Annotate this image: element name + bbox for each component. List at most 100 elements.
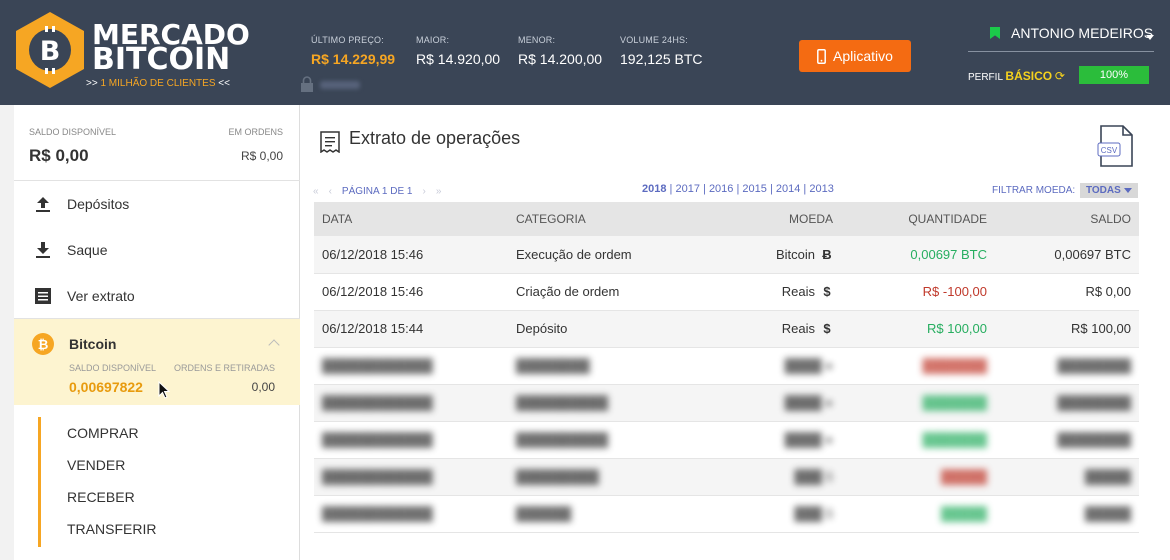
saldo-label: SALDO DISPONÍVEL	[29, 127, 117, 137]
pagination: « ‹ PÁGINA 1 DE 1 › »	[313, 186, 441, 197]
blurred-cell: ████ ●	[698, 384, 841, 422]
blurred-cell: ███████	[841, 421, 995, 459]
table-row-blurred: ████████████ ████████ ████ ● ███████ ███████…	[314, 347, 1139, 385]
next-page-icon[interactable]: ›	[423, 186, 426, 197]
svg-text:B: B	[40, 36, 61, 67]
table-row[interactable]: 06/12/2018 15:44 Depósito Reais $ R$ 100,…	[314, 310, 1139, 348]
brand-tagline: >> 1 MILHÃO DE CLIENTES <<	[86, 78, 230, 89]
user-menu[interactable]: ANTONIO MEDEIROS	[968, 24, 1154, 52]
submenu-vender[interactable]: VENDER	[67, 457, 125, 473]
stat-menor: MENOR: R$ 14.200,00	[518, 35, 602, 67]
blurred-cell: █████	[995, 495, 1139, 533]
profile-value: BÁSICO	[1005, 69, 1053, 83]
year-filter: 2018 | 2017 | 2016 | 2015 | 2014 | 2013	[642, 183, 834, 195]
table-row-blurred: ████████████ ██████████ ████ ● ███████ █████…	[314, 421, 1139, 459]
wallet-name: Bitcoin	[69, 336, 117, 352]
wallet-ordens-value: 0,00	[251, 380, 275, 394]
filter-label: FILTRAR MOEDA:	[992, 185, 1076, 196]
ordens-value: R$ 0,00	[240, 149, 283, 163]
currency-filter-select[interactable]: TODAS	[1079, 183, 1138, 198]
brand-name[interactable]: MERCADO BITCOIN	[92, 21, 250, 77]
bookmark-icon	[990, 27, 1000, 39]
stat-value: R$ 14.200,00	[518, 51, 603, 67]
page-title: Extrato de operações	[349, 128, 521, 148]
caret-down-icon	[1146, 35, 1154, 40]
year-link-2013[interactable]: 2013	[809, 183, 833, 195]
bitcoin-wallet-panel[interactable]: ₿ Bitcoin SALDO DISPONÍVEL 0,00697822 OR…	[14, 319, 300, 405]
ordens-label: EM ORDENS	[228, 127, 283, 137]
refresh-icon: ⟳	[1054, 69, 1065, 83]
year-link-2014[interactable]: 2014	[776, 183, 800, 195]
column-header-quantidade[interactable]: QUANTIDADE	[841, 202, 995, 236]
cell-categoria: Execução de ordem	[508, 236, 698, 274]
blurred-cell: █████	[841, 495, 995, 533]
sidebar-item-ver-extrato[interactable]: Ver extrato	[14, 273, 300, 319]
chevron-up-icon[interactable]	[268, 339, 280, 351]
cell-moeda: Reais $	[698, 273, 841, 311]
profile-level[interactable]: PERFIL BÁSICO ⟳	[968, 69, 1065, 83]
sidebar-item-depositos[interactable]: Depósitos	[14, 181, 300, 227]
year-link-2017[interactable]: 2017	[675, 183, 699, 195]
wallet-ordens-label: ORDENS E RETIRADAS	[173, 363, 275, 373]
statement-table: DATA CATEGORIA MOEDA QUANTIDADE SALDO 06…	[314, 202, 1139, 533]
brand-line-2: BITCOIN	[92, 42, 231, 77]
blurred-cell: ███████	[841, 347, 995, 385]
receipt-icon	[320, 131, 340, 153]
cell-moeda: Bitcoin Ƀ	[698, 236, 841, 274]
blurred-cell: ██████████	[508, 421, 698, 459]
cell-quantidade: 0,00697 BTC	[841, 236, 995, 274]
column-header-data[interactable]: DATA	[314, 202, 508, 236]
submenu-receber[interactable]: RECEBER	[67, 489, 135, 505]
table-row[interactable]: 06/12/2018 15:46 Criação de ordem Reais $…	[314, 273, 1139, 311]
blurred-cell: █████	[995, 458, 1139, 496]
mercado-bitcoin-logo-icon[interactable]: B	[14, 10, 86, 90]
submenu-transferir[interactable]: TRANSFERIR	[67, 521, 156, 537]
table-header-row: DATA CATEGORIA MOEDA QUANTIDADE SALDO	[314, 202, 1139, 236]
cell-categoria: Criação de ordem	[508, 273, 698, 311]
submenu-accent-bar	[38, 417, 41, 547]
column-header-moeda[interactable]: MOEDA	[698, 202, 841, 236]
table-row[interactable]: 06/12/2018 15:46 Execução de ordem Bitco…	[314, 236, 1139, 274]
sidebar-item-label: Saque	[67, 242, 108, 258]
cell-saldo: 0,00697 BTC	[995, 236, 1139, 274]
wallet-saldo-value: 0,00697822	[69, 379, 143, 395]
blurred-cell: ████████	[995, 347, 1139, 385]
first-page-icon[interactable]: «	[313, 186, 319, 197]
last-page-icon[interactable]: »	[436, 186, 442, 197]
blurred-info	[320, 81, 360, 89]
lock-icon	[301, 76, 313, 92]
prev-page-icon[interactable]: ‹	[329, 186, 332, 197]
column-header-saldo[interactable]: SALDO	[995, 202, 1139, 236]
app-button-label: Aplicativo	[833, 48, 893, 64]
sidebar-item-label: Depósitos	[67, 196, 130, 212]
year-link-2018[interactable]: 2018	[642, 183, 666, 195]
brand-tagline-suffix: <<	[215, 78, 230, 89]
separator: |	[703, 183, 706, 195]
upload-icon	[36, 197, 50, 212]
sidebar: SALDO DISPONÍVEL R$ 0,00 EM ORDENS R$ 0,…	[14, 105, 300, 560]
brand-tagline-highlight: 1 MILHÃO DE CLIENTES	[100, 78, 216, 89]
year-link-2015[interactable]: 2015	[742, 183, 766, 195]
blurred-cell: ██████████	[508, 384, 698, 422]
statement-panel: Extrato de operações CSV « ‹ PÁGINA 1 DE…	[300, 105, 1170, 560]
caret-down-icon	[1123, 187, 1132, 193]
statement-icon	[35, 288, 51, 304]
cell-saldo: R$ 100,00	[995, 310, 1139, 348]
year-link-2016[interactable]: 2016	[709, 183, 733, 195]
blurred-cell: ████ ●	[698, 421, 841, 459]
separator: |	[769, 183, 773, 195]
cell-quantidade: R$ 100,00	[841, 310, 995, 348]
app-download-button[interactable]: Aplicativo	[799, 40, 911, 72]
column-header-categoria[interactable]: CATEGORIA	[508, 202, 698, 236]
submenu-comprar[interactable]: COMPRAR	[67, 425, 139, 441]
blurred-cell: ████████████	[314, 458, 508, 496]
profile-progress-bar: 100%	[1079, 66, 1149, 84]
blurred-cell: ████████████	[314, 347, 508, 385]
phone-icon	[817, 48, 826, 64]
stat-ultimo-preco: ÚLTIMO PREÇO: R$ 14.229,99	[311, 35, 395, 67]
sidebar-item-saque[interactable]: Saque	[14, 227, 300, 273]
currency-name: Reais	[781, 284, 815, 299]
csv-export-icon[interactable]: CSV	[1097, 125, 1133, 167]
cell-data: 06/12/2018 15:46	[314, 273, 508, 311]
blurred-cell: ████ ●	[698, 347, 841, 385]
